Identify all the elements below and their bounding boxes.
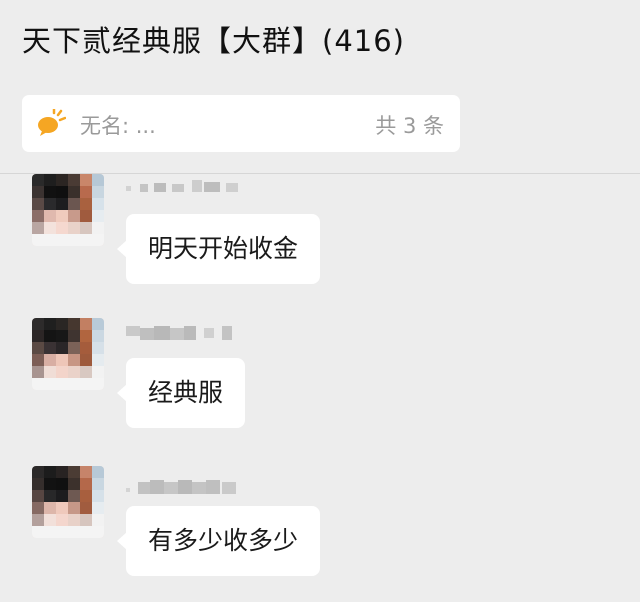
sender-name xyxy=(126,476,248,494)
message-bubble[interactable]: 明天开始收金 xyxy=(116,214,321,284)
message-bubble[interactable]: 有多少收多少 xyxy=(116,506,321,576)
speech-bubble-icon xyxy=(36,108,67,137)
sender-name xyxy=(126,178,248,196)
chat-screen: 天下贰经典服【大群】(416) 无名: ... 共 3 条 明天开始收金 经典服… xyxy=(0,0,640,602)
message-bubble[interactable]: 经典服 xyxy=(116,358,246,428)
avatar[interactable] xyxy=(32,174,104,246)
sender-name xyxy=(126,322,248,340)
notice-count: 共 3 条 xyxy=(375,114,444,138)
notice-text: 无名: ... xyxy=(80,114,156,138)
chat-title[interactable]: 天下贰经典服【大群】(416) xyxy=(22,18,405,60)
avatar[interactable] xyxy=(32,466,104,538)
avatar[interactable] xyxy=(32,318,104,390)
group-notice-bar[interactable]: 无名: ... 共 3 条 xyxy=(22,95,460,152)
